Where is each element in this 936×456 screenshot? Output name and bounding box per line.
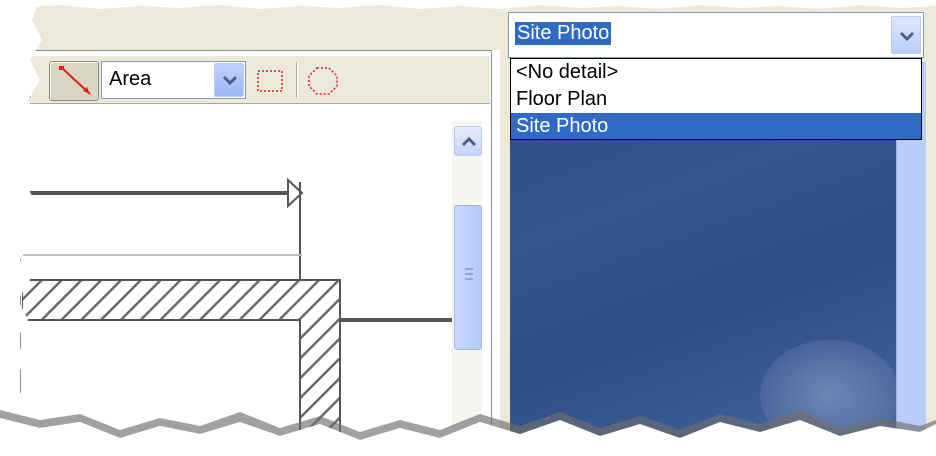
screenshot-scene: Area Site Photo <No detail> Floor Plan S… — [0, 0, 936, 456]
torn-edge-left — [0, 0, 42, 456]
measure-type-dropdown-button[interactable] — [214, 63, 244, 97]
detail-dropdown-list: <No detail> Floor Plan Site Photo — [510, 58, 922, 140]
toolbar-separator-2 — [296, 62, 298, 98]
dotted-rectangle-icon — [257, 70, 283, 92]
scroll-grip-icon — [465, 268, 473, 280]
option-site-photo[interactable]: Site Photo — [511, 113, 921, 139]
option-floor-plan[interactable]: Floor Plan — [511, 86, 921, 112]
dotted-octagon-icon — [308, 67, 338, 95]
torn-edge-bottom — [0, 410, 936, 456]
detail-dropdown-button[interactable] — [891, 16, 921, 54]
chevron-down-icon — [899, 31, 915, 42]
rectangle-tool-button[interactable] — [255, 66, 287, 96]
measure-line-button[interactable] — [49, 61, 99, 101]
scroll-up-button[interactable] — [454, 126, 482, 156]
chevron-up-icon — [461, 136, 477, 147]
red-diagonal-line-icon — [59, 66, 91, 95]
chevron-down-icon — [222, 75, 238, 86]
measure-type-select[interactable]: Area — [101, 61, 246, 99]
detail-select-value: Site Photo — [515, 22, 612, 45]
option-no-detail[interactable]: <No detail> — [511, 59, 921, 85]
polygon-tool-button[interactable] — [305, 64, 341, 98]
torn-edge-top — [0, 0, 936, 9]
measure-type-value: Area — [109, 68, 152, 90]
detail-select[interactable]: Site Photo — [508, 12, 924, 58]
